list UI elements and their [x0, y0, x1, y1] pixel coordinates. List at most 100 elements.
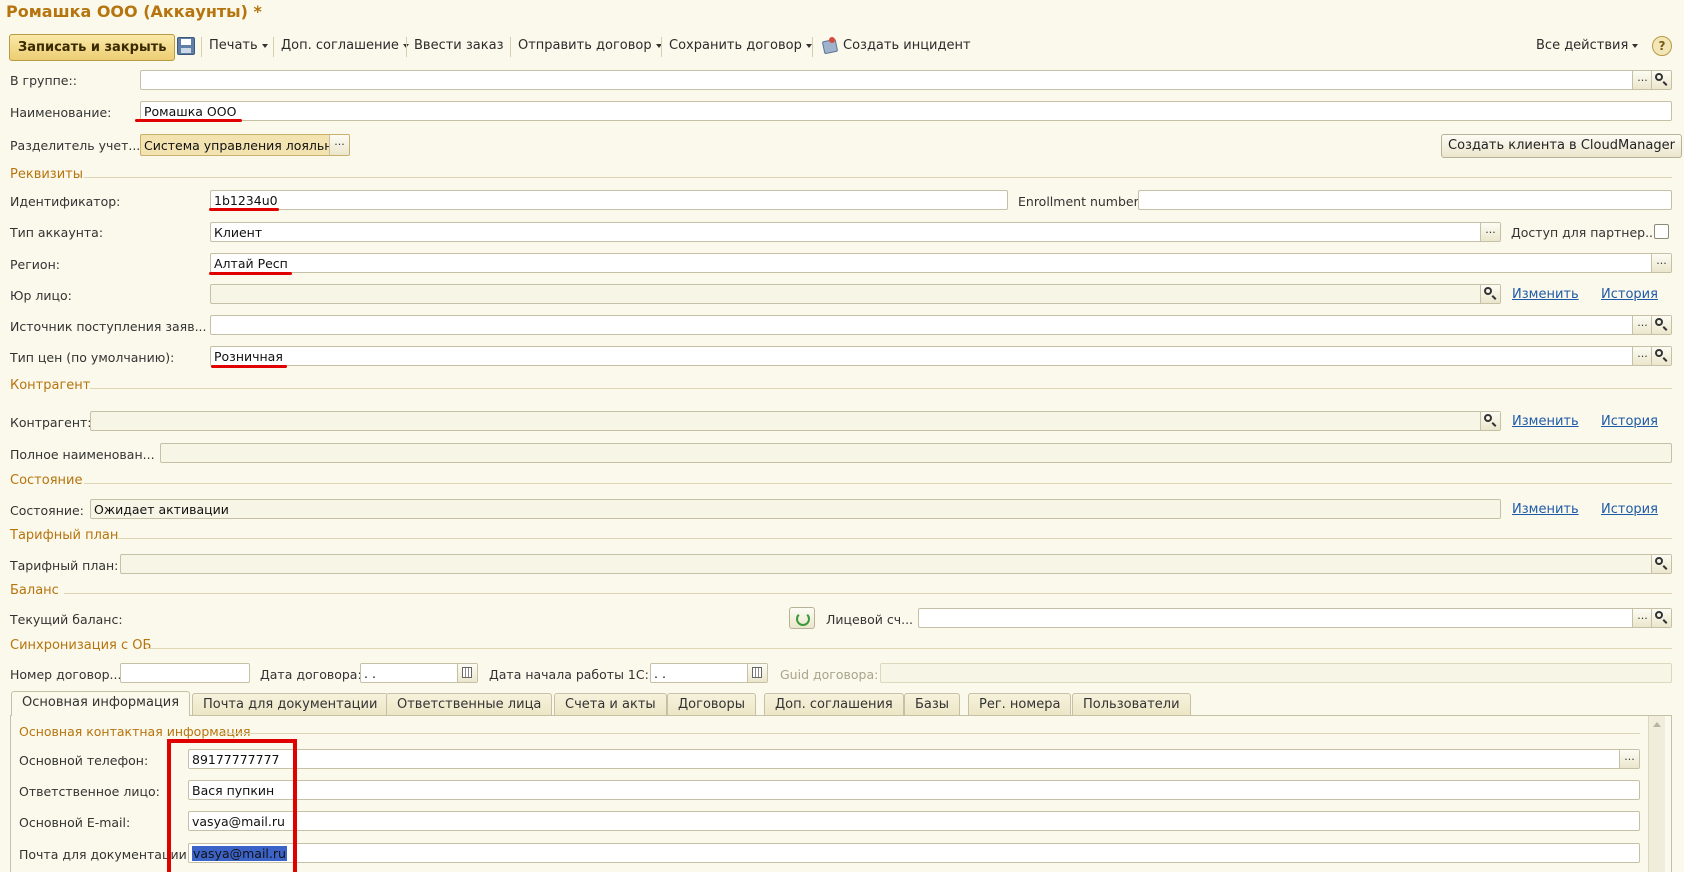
tarif-section: Тарифный план: [10, 528, 119, 543]
select-dots-icon[interactable]: ...: [1632, 347, 1652, 365]
name-field[interactable]: Ромашка ООО: [140, 101, 1672, 121]
state-change-link[interactable]: Изменить: [1512, 502, 1579, 517]
responsible-field[interactable]: Вася пупкин: [188, 780, 1640, 800]
select-dots-icon[interactable]: ...: [1651, 254, 1671, 272]
id-field[interactable]: 1b1234u0: [210, 190, 1008, 210]
full-name-field[interactable]: [160, 443, 1672, 463]
sync-section: Синхронизация с ОБ: [10, 638, 152, 653]
search-icon[interactable]: [1480, 412, 1500, 430]
incident-icon: [821, 37, 839, 55]
guid-field: [880, 663, 1672, 683]
section-divider: [84, 177, 1672, 178]
contract-no-label: Номер договор...: [10, 667, 122, 682]
section-divider: [222, 733, 1640, 734]
doc-mail-field[interactable]: vasya@mail.ru: [188, 843, 1640, 863]
tab-contracts[interactable]: Договоры: [667, 693, 757, 716]
contact-section: Основная контактная информация: [19, 724, 251, 739]
region-label: Регион:: [10, 257, 60, 272]
search-icon[interactable]: [1651, 347, 1671, 365]
phone-label: Основной телефон:: [19, 753, 149, 768]
ur-lico-history-link[interactable]: История: [1601, 287, 1658, 302]
search-icon[interactable]: [1651, 316, 1671, 334]
vvesti-zakaz-button[interactable]: Ввести заказ: [414, 38, 504, 53]
sostoyanie-section: Состояние: [10, 473, 83, 488]
section-divider: [146, 648, 1672, 649]
divider-field[interactable]: Система управления лояльн ...: [140, 134, 350, 156]
email-label: Основной E-mail:: [19, 815, 131, 830]
kontragent-section: Контрагент: [10, 378, 91, 393]
state-history-link[interactable]: История: [1601, 502, 1658, 517]
email-field[interactable]: vasya@mail.ru: [188, 811, 1640, 831]
red-underline: [209, 208, 279, 211]
tarif-field[interactable]: [120, 554, 1672, 574]
account-no-field[interactable]: ...: [918, 608, 1672, 628]
partner-access-label: Доступ для партнер...: [1511, 225, 1658, 240]
select-dots-icon[interactable]: ...: [1480, 223, 1500, 241]
save-contract-menu[interactable]: Сохранить договор: [669, 38, 812, 53]
calendar-icon[interactable]: [747, 664, 767, 682]
balance-label: Текущий баланс:: [10, 612, 123, 627]
v-gruppe-label: В группе::: [10, 73, 77, 88]
search-icon[interactable]: [1651, 555, 1671, 573]
send-contract-menu[interactable]: Отправить договор: [518, 38, 662, 53]
tab-dop-sogl[interactable]: Доп. соглашения: [764, 693, 904, 716]
section-divider: [90, 388, 1672, 389]
region-field[interactable]: Алтай Респ ...: [210, 253, 1672, 273]
partner-access-checkbox[interactable]: [1654, 224, 1669, 239]
help-icon[interactable]: ?: [1652, 36, 1672, 56]
search-icon[interactable]: [1480, 285, 1500, 303]
phone-field[interactable]: 89177777777 ...: [188, 749, 1640, 769]
ur-lico-change-link[interactable]: Изменить: [1512, 287, 1579, 302]
state-field[interactable]: Ожидает активации: [90, 499, 1501, 519]
kontragent-history-link[interactable]: История: [1601, 414, 1658, 429]
vertical-scrollbar[interactable]: [1648, 716, 1665, 872]
select-dots-icon[interactable]: ...: [1632, 609, 1652, 627]
price-type-field[interactable]: Розничная ...: [210, 346, 1672, 366]
tab-bases[interactable]: Базы: [904, 693, 961, 716]
full-name-label: Полное наименован...: [10, 447, 155, 462]
contract-date-field[interactable]: . .: [360, 663, 478, 683]
red-highlight-box: [167, 739, 297, 872]
dop-soglashenie-menu[interactable]: Доп. соглашение: [281, 38, 409, 53]
calendar-icon[interactable]: [457, 664, 477, 682]
tab-responsible[interactable]: Ответственные лица: [386, 693, 553, 716]
account-type-field[interactable]: Клиент ...: [210, 222, 1501, 242]
kontragent-label: Контрагент:: [10, 415, 92, 430]
create-incident-button[interactable]: Создать инцидент: [843, 38, 971, 53]
id-label: Идентификатор:: [10, 194, 121, 209]
all-actions-menu[interactable]: Все действия: [1536, 38, 1639, 53]
create-client-cloudmanager-button[interactable]: Создать клиента в CloudManager: [1441, 134, 1682, 158]
tab-users[interactable]: Пользователи: [1072, 693, 1191, 716]
red-underline: [211, 365, 287, 368]
responsible-label: Ответственное лицо:: [19, 784, 160, 799]
search-icon[interactable]: [1651, 71, 1671, 89]
source-field[interactable]: ...: [210, 315, 1672, 335]
select-dots-icon[interactable]: ...: [329, 135, 349, 155]
refresh-icon[interactable]: [789, 607, 815, 629]
section-divider: [118, 538, 1672, 539]
search-icon[interactable]: [1651, 609, 1671, 627]
kontragent-change-link[interactable]: Изменить: [1512, 414, 1579, 429]
save-icon[interactable]: [177, 37, 195, 55]
print-menu[interactable]: Печать: [209, 38, 268, 53]
tab-main-info[interactable]: Основная информация: [11, 691, 191, 716]
contract-date-label: Дата договора:: [260, 667, 362, 682]
v-gruppe-field[interactable]: ...: [140, 70, 1672, 90]
tab-reg-numbers[interactable]: Рег. номера: [968, 693, 1072, 716]
select-dots-icon[interactable]: ...: [1632, 71, 1652, 89]
state-label: Состояние:: [10, 503, 84, 518]
save-close-button[interactable]: Записать и закрыть: [9, 34, 176, 61]
tab-invoices[interactable]: Счета и акты: [554, 693, 667, 716]
contract-no-field[interactable]: [120, 663, 250, 683]
enrollment-field[interactable]: [1138, 190, 1672, 210]
ur-lico-field[interactable]: [210, 284, 1501, 304]
start-date-field[interactable]: . .: [650, 663, 768, 683]
section-divider: [84, 483, 1672, 484]
select-dots-icon[interactable]: ...: [1619, 750, 1639, 768]
tab-doc-mail[interactable]: Почта для документации: [192, 693, 389, 716]
balans-section: Баланс: [10, 583, 59, 598]
select-dots-icon[interactable]: ...: [1632, 316, 1652, 334]
kontragent-field[interactable]: [90, 411, 1501, 431]
section-divider: [64, 593, 1672, 594]
start-date-label: Дата начала работы 1С:: [489, 667, 649, 682]
